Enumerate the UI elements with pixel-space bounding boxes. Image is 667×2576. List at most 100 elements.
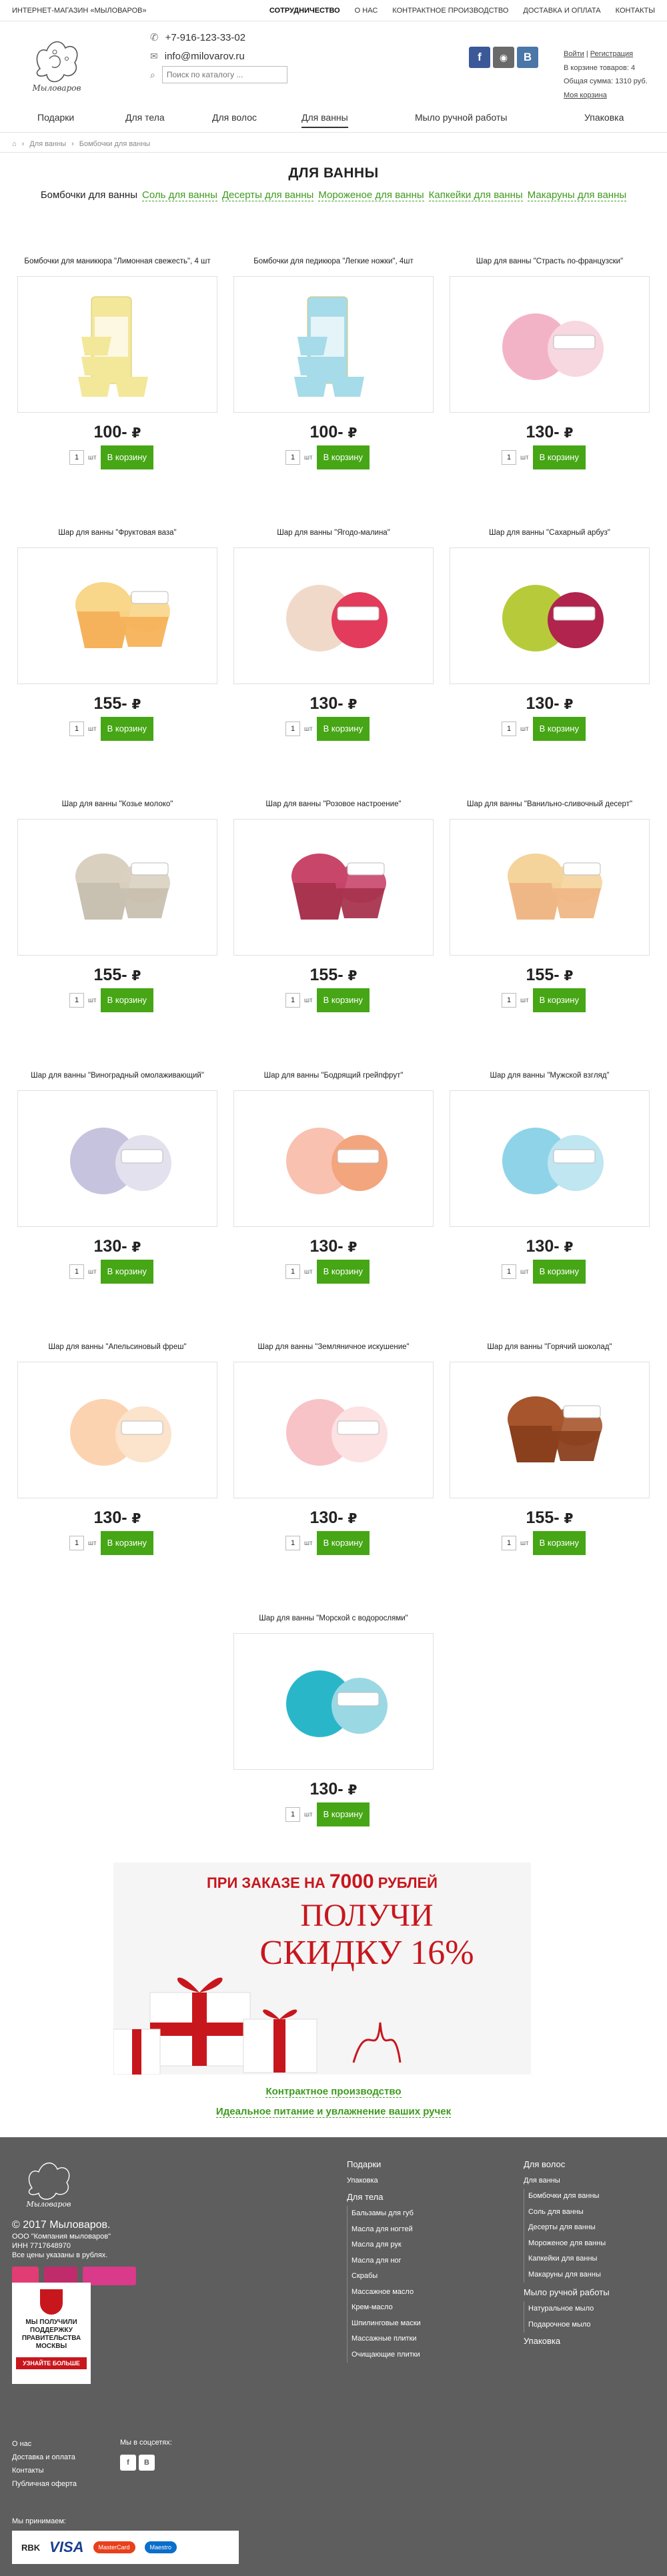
search-input[interactable]: [161, 66, 287, 83]
logo[interactable]: Мыловаров: [27, 32, 87, 93]
facebook-icon[interactable]: f: [120, 2455, 136, 2471]
quantity-input[interactable]: 1: [69, 1264, 84, 1279]
product-image-box[interactable]: [17, 1090, 217, 1227]
my-cart-link[interactable]: Моя корзина: [564, 91, 607, 99]
add-to-cart-button[interactable]: В корзину: [316, 1531, 370, 1555]
footer-list-link[interactable]: Десерты для ванны: [528, 2223, 596, 2231]
top-nav-delivery[interactable]: ДОСТАВКА И ОПЛАТА: [523, 7, 600, 15]
facebook-icon[interactable]: f: [469, 47, 490, 68]
email-address[interactable]: info@milovarov.ru: [165, 51, 245, 62]
moscow-support-badge[interactable]: МЫ ПОЛУЧИЛИ ПОДДЕРЖКУ ПРАВИТЕЛЬСТВА МОСК…: [12, 2283, 91, 2384]
footer-list-link[interactable]: Скрабы: [352, 2272, 378, 2280]
product-title[interactable]: Шар для ванны "Мужской взгляд": [450, 1062, 650, 1089]
add-to-cart-button[interactable]: В корзину: [532, 988, 586, 1012]
quantity-input[interactable]: 1: [285, 1264, 300, 1279]
product-title[interactable]: Шар для ванны "Страсть по-французски": [450, 248, 650, 275]
quantity-input[interactable]: 1: [285, 1536, 300, 1550]
product-image-box[interactable]: [233, 1090, 434, 1227]
product-title[interactable]: Шар для ванны "Бодрящий грейпфрут": [233, 1062, 434, 1089]
product-title[interactable]: Шар для ванны "Горячий шоколад": [450, 1334, 650, 1360]
footer-list-link[interactable]: Бомбочки для ванны: [528, 2192, 599, 2200]
product-image-box[interactable]: [233, 1633, 434, 1770]
footer-delivery-link[interactable]: Доставка и оплата: [12, 2453, 75, 2461]
quantity-input[interactable]: 1: [69, 1536, 84, 1550]
product-image-box[interactable]: [17, 276, 217, 413]
nav-body[interactable]: Для тела: [125, 112, 165, 127]
footer-packaging-link[interactable]: Упаковка: [347, 2177, 378, 2185]
add-to-cart-button[interactable]: В корзину: [100, 717, 153, 741]
product-image-box[interactable]: [450, 819, 650, 956]
badge-button[interactable]: УЗНАЙТЕ БОЛЬШЕ: [16, 2357, 87, 2369]
product-title[interactable]: Шар для ванны "Морской с водорослями": [233, 1605, 434, 1632]
subnav-bombs[interactable]: Бомбочки для ванны: [41, 189, 137, 201]
product-image-box[interactable]: [450, 547, 650, 684]
footer-hair-link[interactable]: Для волос: [524, 2159, 565, 2169]
quantity-input[interactable]: 1: [502, 993, 516, 1008]
quantity-input[interactable]: 1: [285, 450, 300, 465]
footer-list-link[interactable]: Подарочное мыло: [528, 2321, 591, 2329]
add-to-cart-button[interactable]: В корзину: [316, 1260, 370, 1284]
footer-list-link[interactable]: Масла для ног: [352, 2257, 402, 2265]
add-to-cart-button[interactable]: В корзину: [532, 1531, 586, 1555]
quantity-input[interactable]: 1: [502, 450, 516, 465]
footer-packaging2-link[interactable]: Упаковка: [524, 2336, 560, 2346]
phone-number[interactable]: +7-916-123-33-02: [165, 32, 246, 43]
register-link[interactable]: Регистрация: [590, 50, 633, 58]
footer-list-link[interactable]: Макаруны для ванны: [528, 2271, 601, 2279]
add-to-cart-button[interactable]: В корзину: [316, 445, 370, 469]
add-to-cart-button[interactable]: В корзину: [532, 717, 586, 741]
footer-offer-link[interactable]: Публичная оферта: [12, 2480, 77, 2488]
product-title[interactable]: Бомбочки для педикюра "Легкие ножки", 4ш…: [233, 248, 434, 275]
subnav-macarons[interactable]: Макаруны для ванны: [527, 189, 627, 201]
quantity-input[interactable]: 1: [285, 722, 300, 736]
vk-icon[interactable]: B: [517, 47, 538, 68]
quantity-input[interactable]: 1: [285, 993, 300, 1008]
footer-list-link[interactable]: Массажные плитки: [352, 2335, 417, 2343]
add-to-cart-button[interactable]: В корзину: [316, 988, 370, 1012]
nav-gifts[interactable]: Подарки: [37, 112, 74, 127]
footer-list-link[interactable]: Масла для рук: [352, 2241, 402, 2249]
product-title[interactable]: Шар для ванны "Розовое настроение": [233, 791, 434, 818]
top-nav-cooperation[interactable]: СОТРУДНИЧЕСТВО: [269, 7, 340, 15]
product-title[interactable]: Шар для ванны "Апельсиновый фреш": [17, 1334, 217, 1360]
nav-handmade-soap[interactable]: Мыло ручной работы: [415, 112, 507, 127]
contract-production-link[interactable]: Контрактное производство: [265, 2086, 402, 2098]
quantity-input[interactable]: 1: [502, 1264, 516, 1279]
product-image-box[interactable]: [17, 1362, 217, 1498]
subnav-icecream[interactable]: Мороженое для ванны: [318, 189, 424, 201]
add-to-cart-button[interactable]: В корзину: [100, 1531, 153, 1555]
footer-about-link[interactable]: О нас: [12, 2440, 31, 2448]
footer-bath-link[interactable]: Для ванны: [524, 2177, 560, 2185]
promo-banner[interactable]: ПРИ ЗАКАЗЕ НА 7000 РУБЛЕЙ ПОЛУЧИ СКИДКУ …: [113, 1862, 531, 2075]
product-image-box[interactable]: [450, 1362, 650, 1498]
add-to-cart-button[interactable]: В корзину: [532, 445, 586, 469]
subnav-salt[interactable]: Соль для ванны: [141, 189, 217, 201]
home-icon[interactable]: ⌂: [12, 140, 17, 148]
footer-list-link[interactable]: Капкейки для ванны: [528, 2255, 597, 2263]
product-title[interactable]: Шар для ванны "Земляничное искушение": [233, 1334, 434, 1360]
footer-list-link[interactable]: Массажное масло: [352, 2288, 414, 2296]
quantity-input[interactable]: 1: [69, 450, 84, 465]
vk-icon[interactable]: B: [139, 2455, 155, 2471]
product-image-box[interactable]: [17, 547, 217, 684]
top-nav-about[interactable]: О НАС: [355, 7, 378, 15]
quantity-input[interactable]: 1: [502, 722, 516, 736]
nav-bath[interactable]: Для ванны: [301, 112, 348, 128]
product-image-box[interactable]: [450, 1090, 650, 1227]
product-title[interactable]: Шар для ванны "Фруктовая ваза": [17, 519, 217, 546]
product-title[interactable]: Бомбочки для маникюра "Лимонная свежесть…: [17, 248, 217, 275]
moisturizing-link[interactable]: Идеальное питание и увлажнение ваших руч…: [215, 2106, 452, 2118]
add-to-cart-button[interactable]: В корзину: [316, 717, 370, 741]
product-image-box[interactable]: [233, 819, 434, 956]
footer-list-link[interactable]: Соль для ванны: [528, 2208, 584, 2216]
product-title[interactable]: Шар для ванны "Ягодо-малина": [233, 519, 434, 546]
footer-list-link[interactable]: Крем-масло: [352, 2303, 393, 2311]
search-icon[interactable]: ⌕: [150, 69, 155, 81]
quantity-input[interactable]: 1: [502, 1536, 516, 1550]
nav-hair[interactable]: Для волос: [212, 112, 257, 127]
footer-logo[interactable]: Мыловаров: [19, 2155, 79, 2210]
add-to-cart-button[interactable]: В корзину: [100, 445, 153, 469]
footer-body-link[interactable]: Для тела: [347, 2192, 383, 2202]
partner-logo-3[interactable]: [83, 2267, 136, 2285]
product-title[interactable]: Шар для ванны "Сахарный арбуз": [450, 519, 650, 546]
